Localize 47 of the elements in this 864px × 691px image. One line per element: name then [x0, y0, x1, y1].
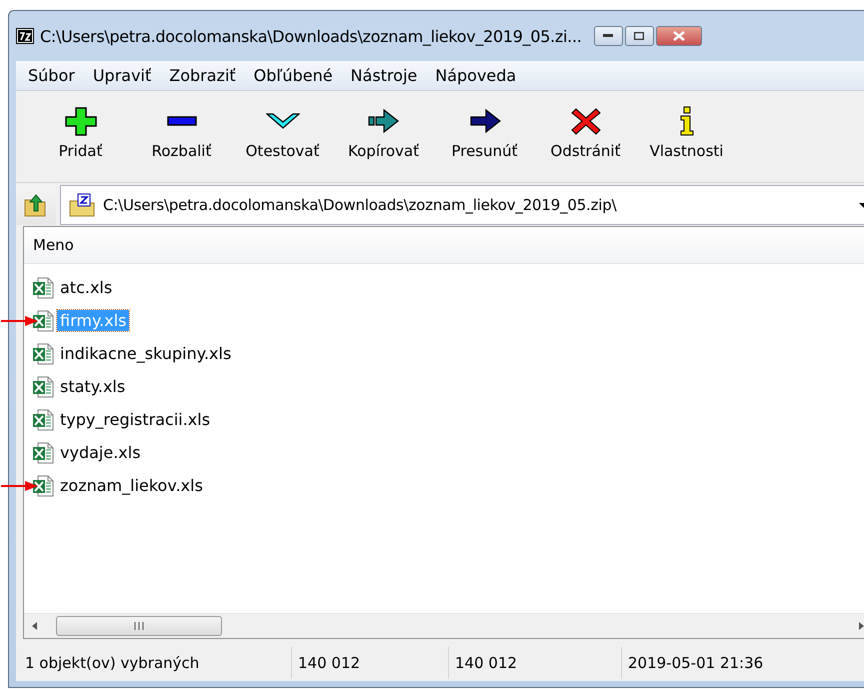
- grip-icon: [132, 622, 146, 630]
- up-folder-button[interactable]: [16, 184, 56, 224]
- arrow-right-icon: [366, 106, 400, 136]
- menu-item[interactable]: Zobraziť: [160, 66, 245, 85]
- spreadsheet-icon: [32, 474, 54, 496]
- archive-folder-icon: [69, 192, 97, 216]
- toolbar-button[interactable]: Vlastnosti: [636, 106, 737, 160]
- maximize-button[interactable]: [624, 26, 654, 46]
- menu-item[interactable]: Nápoveda: [426, 66, 526, 85]
- file-name[interactable]: typy_registracii.xls: [57, 409, 214, 430]
- spreadsheet-icon: [32, 276, 54, 298]
- maximize-icon: [634, 32, 644, 40]
- minimize-button[interactable]: [594, 26, 623, 46]
- file-name[interactable]: indikacne_skupiny.xls: [57, 343, 234, 364]
- status-text: 140 012: [296, 647, 449, 679]
- spreadsheet-icon: [32, 310, 54, 332]
- close-icon: [672, 31, 685, 41]
- status-text: 2019-05-01 21:36: [626, 647, 864, 679]
- menu-item[interactable]: Upraviť: [84, 66, 160, 85]
- cross-icon: [568, 106, 602, 136]
- spreadsheet-icon: [32, 376, 54, 398]
- file-name[interactable]: atc.xls: [57, 277, 116, 298]
- toolbar-button[interactable]: Odstrániť: [535, 106, 636, 160]
- close-button[interactable]: [656, 26, 702, 46]
- arrow-right-icon: [468, 106, 502, 136]
- file-name[interactable]: staty.xls: [57, 376, 128, 397]
- toolbar-button[interactable]: Kopírovať: [333, 106, 434, 160]
- spreadsheet-icon: [32, 442, 54, 464]
- status-text: 1 objekt(ov) vybraných: [23, 647, 292, 679]
- horizontal-scrollbar[interactable]: [24, 613, 864, 638]
- spreadsheet-icon: [32, 408, 54, 430]
- window-title: C:\Users\petra.docolomanska\Downloads\zoznam_liekov_2019_05.zi...: [40, 26, 582, 46]
- menu-item[interactable]: Obľúbené: [244, 66, 342, 85]
- file-name[interactable]: vydaje.xls: [57, 442, 144, 463]
- address-field[interactable]: C:\Users\petra.docolomanska\Downloads\zoznam_liekov_2019_05.zip\: [60, 184, 864, 224]
- status-text: 140 012: [453, 647, 622, 679]
- toolbar-button[interactable]: Presunúť: [434, 106, 535, 160]
- menu-item[interactable]: Súbor: [19, 66, 84, 85]
- plus-icon: [64, 106, 98, 136]
- toolbar-button[interactable]: Otestovať: [232, 106, 333, 160]
- spreadsheet-icon: [32, 342, 54, 364]
- toolbar-button[interactable]: Rozbaliť: [131, 106, 232, 160]
- menu-item[interactable]: Nástroje: [342, 66, 426, 85]
- toolbar-button[interactable]: Pridať: [30, 106, 131, 160]
- app-icon: [16, 28, 34, 44]
- minimize-icon: [603, 34, 614, 38]
- file-name[interactable]: zoznam_liekov.xls: [57, 475, 206, 496]
